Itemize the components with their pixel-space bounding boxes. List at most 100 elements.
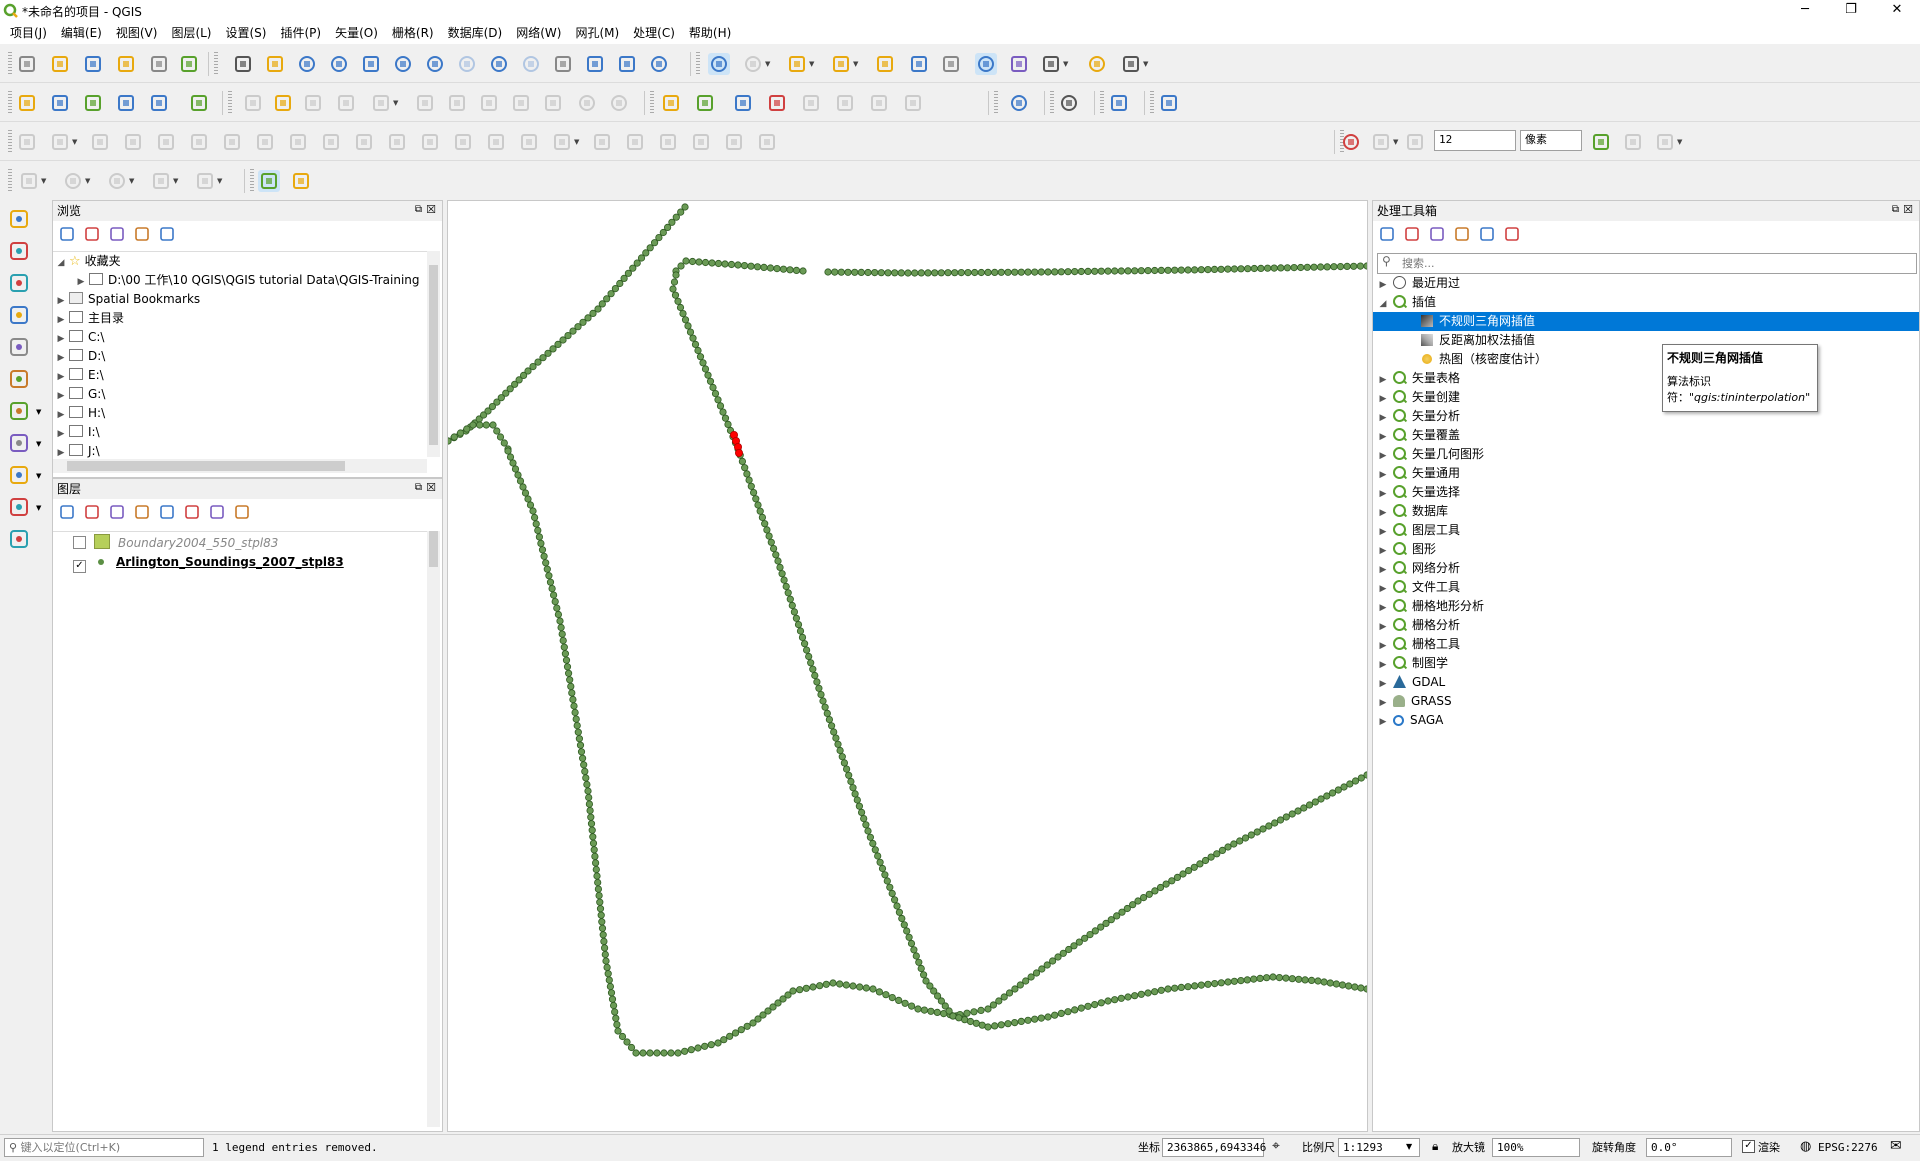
sounding-point[interactable] [727, 260, 736, 269]
sounding-point[interactable] [580, 761, 588, 769]
models-icon[interactable] [1379, 226, 1395, 242]
zoom-next-icon[interactable] [520, 53, 542, 75]
sounding-point[interactable] [1357, 984, 1365, 992]
new-geopackage-icon[interactable] [49, 92, 71, 114]
toolbox-item[interactable]: 不规则三角网插值 [1397, 312, 1535, 331]
sounding-point[interactable] [613, 1020, 621, 1029]
sounding-point[interactable] [601, 944, 609, 952]
sounding-point[interactable] [830, 728, 838, 736]
sounding-point[interactable] [524, 495, 532, 503]
reshape-icon[interactable] [221, 131, 243, 153]
sounding-point[interactable] [604, 970, 612, 978]
delete-selected-icon[interactable] [446, 92, 468, 114]
sounding-point[interactable] [689, 334, 697, 342]
sounding-point[interactable] [570, 702, 578, 710]
sounding-point[interactable] [991, 268, 999, 277]
sounding-point[interactable] [561, 650, 570, 658]
sounding-point[interactable] [596, 898, 604, 906]
sounding-point[interactable] [701, 1042, 709, 1050]
messages-icon[interactable]: ✉ [1890, 1138, 1902, 1154]
sounding-point[interactable] [901, 999, 909, 1007]
sounding-point[interactable] [1301, 976, 1309, 984]
sounding-point[interactable] [1057, 268, 1065, 276]
sounding-point[interactable] [877, 269, 885, 277]
sounding-point[interactable] [546, 578, 555, 586]
new-project-icon[interactable] [16, 53, 38, 75]
sounding-point[interactable] [691, 340, 700, 348]
zoom-last-icon[interactable] [488, 53, 510, 75]
sounding-point[interactable] [674, 1049, 682, 1057]
toolbox-item[interactable]: 热图（核密度估计） [1397, 350, 1547, 369]
sounding-point[interactable] [681, 1047, 689, 1055]
sounding-point[interactable] [800, 640, 809, 648]
sounding-point[interactable] [557, 623, 565, 632]
print-layout-icon[interactable] [148, 53, 170, 75]
sounding-point[interactable] [1263, 264, 1272, 272]
sounding-point[interactable] [686, 328, 695, 336]
sounding-point[interactable] [743, 470, 751, 478]
sounding-point[interactable] [526, 501, 535, 509]
menu-item-11[interactable]: 处理(C) [626, 22, 682, 44]
sounding-point[interactable] [1091, 1000, 1099, 1009]
sounding-point[interactable] [699, 359, 707, 367]
menu-item-12[interactable]: 帮助(H) [682, 22, 738, 44]
browser-hscrollbar[interactable] [53, 459, 427, 473]
sounding-point[interactable] [565, 669, 573, 677]
menu-item-0[interactable]: 项目(J) [3, 22, 54, 44]
sounding-point[interactable] [875, 988, 883, 996]
layers-vscrollbar[interactable] [427, 531, 440, 1127]
sounding-point[interactable] [704, 371, 712, 379]
rotate-feature-icon[interactable] [657, 131, 679, 153]
zoom-out-icon[interactable] [328, 53, 350, 75]
sounding-point[interactable] [1184, 866, 1193, 875]
sounding-point[interactable] [1224, 978, 1232, 986]
sounding-point[interactable] [1051, 268, 1059, 276]
help-icon[interactable] [1158, 92, 1180, 114]
sounding-point[interactable] [1162, 880, 1170, 888]
sounding-point[interactable] [1017, 268, 1025, 276]
sounding-point[interactable] [1204, 266, 1212, 274]
add-wms-icon[interactable] [8, 432, 30, 454]
sounding-point[interactable] [851, 790, 859, 798]
sounding-point[interactable] [822, 980, 830, 988]
sounding-point[interactable] [1344, 982, 1353, 990]
sounding-point[interactable] [694, 346, 702, 355]
browser-item[interactable]: ▶ E:\ [55, 366, 104, 385]
sounding-point[interactable] [603, 963, 611, 972]
sounding-point[interactable] [551, 597, 559, 606]
sounding-point[interactable] [1262, 974, 1271, 982]
show-hide-labels-icon[interactable] [766, 92, 788, 114]
sounding-point[interactable] [738, 457, 746, 465]
sounding-point[interactable] [825, 715, 833, 724]
sounding-point[interactable] [984, 1005, 992, 1013]
sounding-point[interactable] [592, 865, 600, 874]
sounding-point[interactable] [521, 489, 530, 497]
locator-input[interactable]: ⚲ 键入以定位(Ctrl+K) [4, 1138, 204, 1157]
map-canvas[interactable] [444, 200, 1371, 1132]
db-manager-icon[interactable] [1008, 92, 1030, 114]
results-viewer-icon[interactable] [1454, 226, 1470, 242]
sounding-point[interactable] [716, 402, 725, 410]
sounding-point[interactable] [1031, 1015, 1039, 1023]
sounding-point[interactable] [1290, 263, 1298, 272]
sounding-point[interactable] [957, 269, 965, 277]
sounding-point[interactable] [862, 821, 870, 829]
sounding-point[interactable] [819, 697, 827, 705]
chevron-down-icon[interactable]: ▼ [129, 177, 134, 185]
snapping-intersection-icon[interactable] [1654, 131, 1676, 153]
sounding-point[interactable] [506, 453, 515, 461]
sounding-point[interactable] [463, 425, 471, 433]
sounding-point[interactable] [1363, 771, 1371, 779]
sounding-point[interactable] [572, 715, 580, 723]
sounding-point[interactable] [1244, 265, 1252, 273]
sounding-point[interactable] [1117, 994, 1125, 1002]
sounding-point[interactable] [1038, 965, 1046, 973]
render-checkbox[interactable]: ✓ [1742, 1140, 1755, 1153]
menu-item-5[interactable]: 插件(P) [273, 22, 328, 44]
sounding-point[interactable] [496, 433, 505, 441]
float-icon[interactable]: ⧉ [415, 482, 422, 493]
sounding-point[interactable] [784, 589, 792, 597]
field-calculator-icon[interactable] [940, 53, 962, 75]
sounding-point[interactable] [884, 269, 892, 277]
sounding-point[interactable] [1131, 992, 1139, 1000]
